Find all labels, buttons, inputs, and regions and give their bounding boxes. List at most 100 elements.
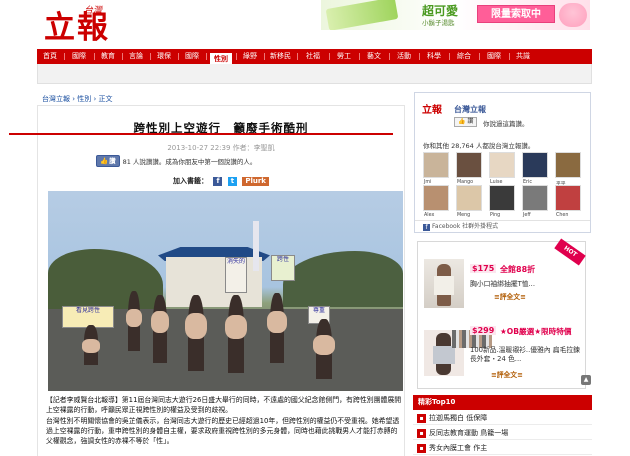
- fb-page-name[interactable]: 台灣立報: [454, 104, 486, 115]
- nav-item[interactable]: 國際: [67, 49, 91, 64]
- fb-fan-avatar[interactable]: Chen: [555, 185, 581, 218]
- top10-rank-badge: ▪: [417, 429, 426, 438]
- ad-item-1-link[interactable]: ≡評全文≡: [494, 291, 526, 301]
- top-ad-banner[interactable]: 超可愛 小鬍子湯匙 限量索取中: [321, 0, 590, 30]
- ad-spoon-image: [325, 0, 399, 30]
- ad-sweater: [433, 346, 455, 364]
- nav-separator: [122, 53, 123, 60]
- fb-fans-grid: Jmi Mango Luise Eric 平平 Alex Meng Ping Jeff Chen: [423, 152, 588, 218]
- nav-separator: [449, 53, 450, 60]
- nav-item[interactable]: 社福: [300, 49, 326, 64]
- nav-separator: [94, 53, 95, 60]
- nav-item[interactable]: 教育: [97, 49, 119, 64]
- ad-decoration: [559, 3, 587, 27]
- nav-item[interactable]: 首頁: [39, 49, 61, 64]
- photo-flag: [253, 221, 259, 271]
- fb-footer-text: Facebook 社群外掛程式: [432, 223, 499, 230]
- top10-rank-badge: ▪: [417, 414, 426, 423]
- article-photo: 消失的 跨性 看見跨性 尊重: [48, 191, 403, 391]
- fb-fan-avatar[interactable]: Meng: [456, 185, 482, 218]
- hot-tag: HOT: [554, 238, 586, 266]
- article-paragraph-1: 【記者李威賢台北報導】第11屆台灣同志大遊行26日盛大舉行的同時，不遠處的國父紀…: [46, 396, 402, 415]
- photo-hall: [166, 257, 262, 307]
- scroll-top-button[interactable]: ▲: [581, 375, 591, 385]
- nav-item[interactable]: 環保: [153, 49, 175, 64]
- photo-person-skin: [185, 313, 207, 339]
- nav-item[interactable]: 綜合: [452, 49, 476, 64]
- top10-item[interactable]: ▪ 反同志教育運動 鳥籠一場: [413, 427, 592, 440]
- fb-fan-avatar[interactable]: Ping: [489, 185, 515, 218]
- photo-sign-2: 跨性: [271, 255, 295, 281]
- nav-item[interactable]: 國際: [181, 49, 203, 64]
- photo-tree-right: [283, 251, 403, 307]
- fb-box-logo: 立報: [422, 105, 442, 116]
- ad-deal-button[interactable]: 限量索取中: [477, 5, 555, 23]
- top10-item[interactable]: ▪ 拉迦馬獨白 低保障: [413, 412, 592, 425]
- nav-separator: [329, 53, 330, 60]
- fb-fan-avatar[interactable]: Jeff: [522, 185, 548, 218]
- photo-person-skin: [267, 311, 287, 333]
- ad-item-1-price[interactable]: $175: [470, 264, 497, 273]
- article-date: 2013-10-27 22:39 作者：李聖凱: [167, 144, 275, 152]
- nav-separator: [64, 53, 65, 60]
- ad-item-2-price[interactable]: $299: [470, 326, 497, 335]
- nav-separator: [264, 53, 265, 60]
- nav-separator: [359, 53, 360, 60]
- site-logo[interactable]: 台灣 立報: [44, 3, 144, 45]
- nav-item[interactable]: 言論: [125, 49, 147, 64]
- fb-box-footer[interactable]: f Facebook 社群外掛程式: [415, 220, 590, 233]
- top10-title: 精彩Top10: [418, 398, 456, 406]
- nav-item[interactable]: 勞工: [332, 49, 356, 64]
- nav-item[interactable]: 共識: [512, 49, 534, 64]
- fb-fans-count: 你和其他 28,764 人都說台灣立報讚。: [423, 142, 535, 150]
- like-button[interactable]: 👍 讚: [96, 155, 120, 167]
- fb-fan-name[interactable]: Alex: [424, 213, 434, 218]
- nav-item[interactable]: 科學: [422, 49, 446, 64]
- ad-product: 小鬍子湯匙: [422, 19, 455, 27]
- fb-fan-avatar[interactable]: Jmi: [423, 152, 449, 185]
- top10-item-title[interactable]: 拉迦馬獨白 低保障: [429, 413, 487, 424]
- logo-big-text: 立報: [44, 10, 110, 46]
- fb-fan-name[interactable]: Jeff: [523, 213, 531, 218]
- plurk-share-icon[interactable]: Plurk: [242, 176, 269, 186]
- twitter-share-icon[interactable]: t: [227, 176, 237, 186]
- ad-item-2-link[interactable]: ≡評全文≡: [491, 369, 523, 379]
- nav-item[interactable]: 藝文: [362, 49, 386, 64]
- fb-fan-name[interactable]: Chen: [556, 213, 568, 218]
- share-label: 加入書籤：: [173, 177, 209, 185]
- ad-item-1-desc[interactable]: 胸小口袖綁抽擺T恤...: [470, 280, 580, 289]
- ad-item-2-title[interactable]: ★OB嚴選★限時特價: [498, 326, 573, 337]
- top10-item[interactable]: ▪ 秀女內膜工會 作主: [413, 442, 592, 455]
- nav-separator: [178, 53, 179, 60]
- ad-item-2-desc[interactable]: 100新品.溫暖襯衫..優雅內 扁毛拉鍊長外套・24 色...: [470, 346, 582, 364]
- fb-fan-avatar[interactable]: Alex: [423, 185, 449, 218]
- like-box: 👍 讚 81 人說讚讚。成為你朋友中第一個說讚的人。: [96, 155, 256, 167]
- nav-item[interactable]: 活動: [392, 49, 416, 64]
- fb-like-button[interactable]: 👍 讚: [454, 117, 478, 127]
- photo-person-skin: [313, 335, 335, 355]
- breadcrumb[interactable]: 台灣立報 › 性別 › 正文: [42, 94, 113, 104]
- fb-fan-name[interactable]: Meng: [457, 213, 470, 218]
- ad-item-1-image[interactable]: [424, 259, 464, 308]
- fb-fan-avatar[interactable]: 平平: [555, 152, 581, 187]
- share-bar: 加入書籤： f t Plurk: [38, 176, 404, 186]
- nav-separator: [479, 53, 480, 60]
- top10-item-title[interactable]: 秀女內膜工會 作主: [429, 443, 487, 454]
- side-ad-box[interactable]: HOT $175 全館88折 胸小口袖綁抽擺T恤... ≡評全文≡ $299 ★…: [417, 238, 586, 389]
- article-paragraph-2: 台灣性別不明關懷協會的吳芷儀表示，台灣同志大遊行的歷史已經超過10年，但跨性別的…: [46, 416, 400, 446]
- ad-item-1-title[interactable]: 全館88折: [498, 264, 537, 275]
- fb-fan-avatar[interactable]: Luise: [489, 152, 515, 185]
- fb-fan-avatar[interactable]: Mango: [456, 152, 482, 185]
- nav-separator: [297, 53, 298, 60]
- facebook-share-icon[interactable]: f: [213, 176, 223, 186]
- top10-header: 精彩Top10: [413, 395, 592, 410]
- nav-item[interactable]: 國際: [482, 49, 506, 64]
- photo-person-skin: [151, 311, 169, 333]
- fb-fan-avatar[interactable]: Eric: [522, 152, 548, 185]
- like-count-text: 81 人說讚讚。成為你朋友中第一個說讚的人。: [122, 158, 257, 166]
- nav-item[interactable]: 綠野: [239, 49, 261, 64]
- top10-item-title[interactable]: 反同志教育運動 鳥籠一場: [429, 428, 508, 439]
- nav-item[interactable]: 新移民: [267, 49, 294, 64]
- fb-fan-name[interactable]: Ping: [490, 213, 500, 218]
- facebook-icon: f: [423, 224, 430, 231]
